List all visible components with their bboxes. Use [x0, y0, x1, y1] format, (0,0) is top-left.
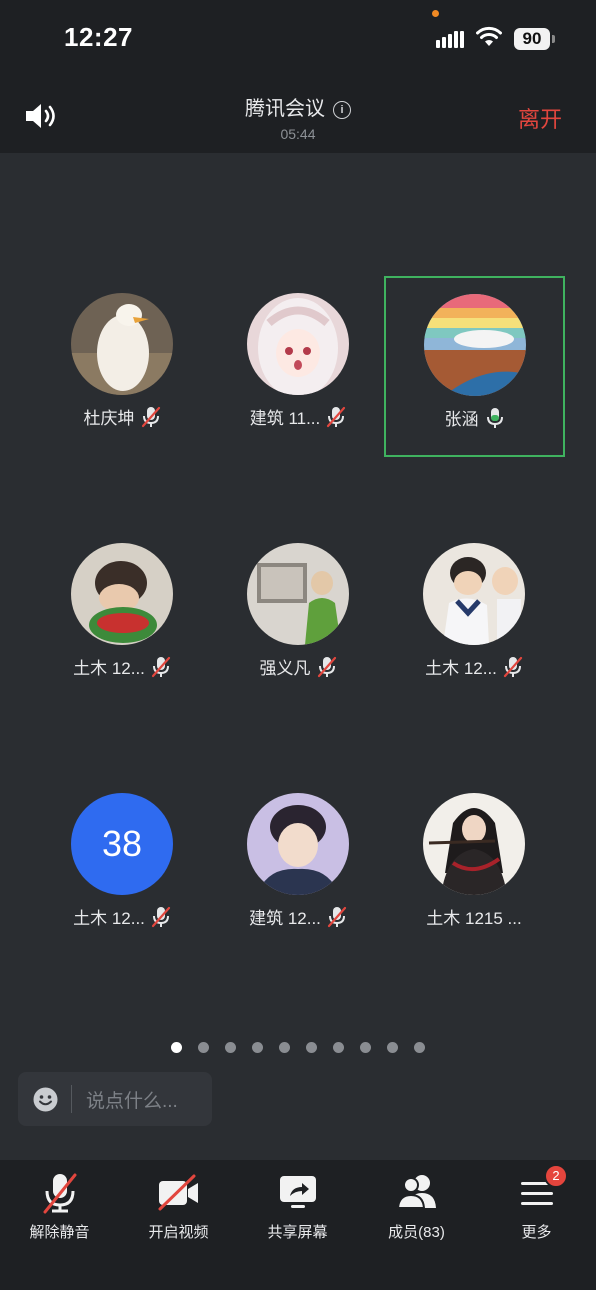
participant-tile[interactable]: 土木 1215 ... [386, 776, 562, 952]
participant-avatar [247, 793, 349, 895]
participant-label: 建筑 12... [210, 904, 386, 929]
participant-avatar [71, 543, 173, 645]
mic-muted-icon [317, 656, 336, 678]
page-indicator[interactable] [0, 1040, 596, 1058]
participant-avatar [247, 543, 349, 645]
battery-indicator: 90 [514, 28, 550, 50]
participant-label: 建筑 11... [210, 404, 386, 429]
members-label: 成员(83) [388, 1224, 445, 1241]
participant-avatar [423, 543, 525, 645]
participant-label: 土木 12... [34, 904, 210, 929]
participant-label: 张涵 [386, 405, 563, 430]
participant-name: 张涵 [444, 410, 479, 429]
mic-muted-icon [141, 406, 160, 428]
meeting-duration: 05:44 [280, 126, 316, 142]
participant-name: 土木 1215 ... [426, 909, 522, 928]
participant-tile[interactable]: 强义凡 [210, 526, 386, 702]
cellular-signal-icon [436, 31, 464, 48]
participant-avatar [423, 793, 525, 895]
participant-tile[interactable]: 38 土木 12... [34, 776, 210, 952]
participant-label: 土木 12... [34, 654, 210, 679]
status-bar: 12:27 90 [0, 0, 596, 80]
unmute-label: 解除静音 [29, 1224, 90, 1241]
participant-name: 建筑 12... [249, 909, 321, 928]
participant-tile[interactable]: 杜庆坤 [34, 276, 210, 452]
share-screen-icon [279, 1176, 316, 1208]
meeting-title-text: 腾讯会议 [245, 98, 325, 120]
page-dot-active[interactable] [171, 1042, 182, 1053]
participant-label: 杜庆坤 [34, 404, 210, 429]
start-video-button[interactable]: 开启视频 [119, 1160, 238, 1260]
participant-name: 建筑 11... [249, 409, 321, 428]
participant-tile[interactable]: 建筑 12... [210, 776, 386, 952]
status-time: 12:27 [64, 22, 133, 52]
battery-nub [552, 35, 555, 43]
participant-name: 杜庆坤 [83, 409, 135, 428]
wifi-icon [476, 26, 502, 46]
mic-muted-icon [503, 656, 523, 678]
video-off-icon [158, 1174, 198, 1211]
participant-label: 强义凡 [210, 654, 386, 679]
mic-muted-icon [327, 406, 346, 428]
page-dot[interactable] [252, 1042, 263, 1053]
participant-name: 强义凡 [259, 659, 311, 678]
page-dot[interactable] [333, 1042, 344, 1053]
page-dot[interactable] [387, 1042, 398, 1053]
participant-tile-active-speaker[interactable]: 张涵 [384, 276, 565, 457]
participant-avatar [71, 293, 173, 395]
participant-name: 土木 12... [73, 909, 145, 928]
page-dot[interactable] [279, 1042, 290, 1053]
bottom-toolbar: 解除静音 开启视频 共享屏幕 成员(83) 2 更多 [0, 1160, 596, 1290]
emoji-icon[interactable] [33, 1087, 58, 1112]
members-icon [396, 1175, 436, 1209]
unmute-button[interactable]: 解除静音 [0, 1160, 119, 1260]
mic-muted-icon [43, 1173, 76, 1214]
participant-label: 土木 1215 ... [386, 904, 562, 929]
chat-input[interactable]: 说点什么... [18, 1072, 212, 1126]
meeting-title[interactable]: 腾讯会议 i [0, 92, 596, 121]
mic-muted-icon [327, 906, 347, 928]
mic-muted-icon [151, 656, 171, 678]
members-button[interactable]: 成员(83) [357, 1160, 476, 1260]
mic-muted-icon [151, 906, 171, 928]
share-screen-button[interactable]: 共享屏幕 [238, 1160, 357, 1260]
participant-avatar [424, 294, 526, 396]
participant-name: 土木 12... [425, 659, 497, 678]
page-dot[interactable] [360, 1042, 371, 1053]
page-dot[interactable] [198, 1042, 209, 1053]
chat-divider [71, 1085, 72, 1113]
participant-name: 土木 12... [73, 659, 145, 678]
start-video-label: 开启视频 [148, 1224, 209, 1241]
more-notification-badge: 2 [544, 1164, 568, 1188]
more-button[interactable]: 2 更多 [477, 1160, 596, 1260]
privacy-indicator-dot [432, 10, 439, 17]
info-icon[interactable]: i [333, 101, 351, 119]
page-dot[interactable] [306, 1042, 317, 1053]
chat-placeholder: 说点什么... [86, 1091, 178, 1112]
page-dot[interactable] [225, 1042, 236, 1053]
meeting-header: 腾讯会议 i 05:44 离开 [0, 80, 596, 153]
participant-avatar [247, 293, 349, 395]
share-screen-label: 共享屏幕 [267, 1224, 328, 1241]
leave-button[interactable]: 离开 [518, 102, 562, 134]
participant-tile[interactable]: 土木 12... [386, 526, 562, 702]
mic-active-icon [486, 408, 503, 428]
participant-tile[interactable]: 土木 12... [34, 526, 210, 702]
page-dot[interactable] [414, 1042, 425, 1053]
more-label: 更多 [521, 1224, 552, 1241]
participant-tile[interactable]: 建筑 11... [210, 276, 386, 452]
participant-avatar-number: 38 [71, 793, 173, 895]
participant-label: 土木 12... [386, 654, 562, 679]
